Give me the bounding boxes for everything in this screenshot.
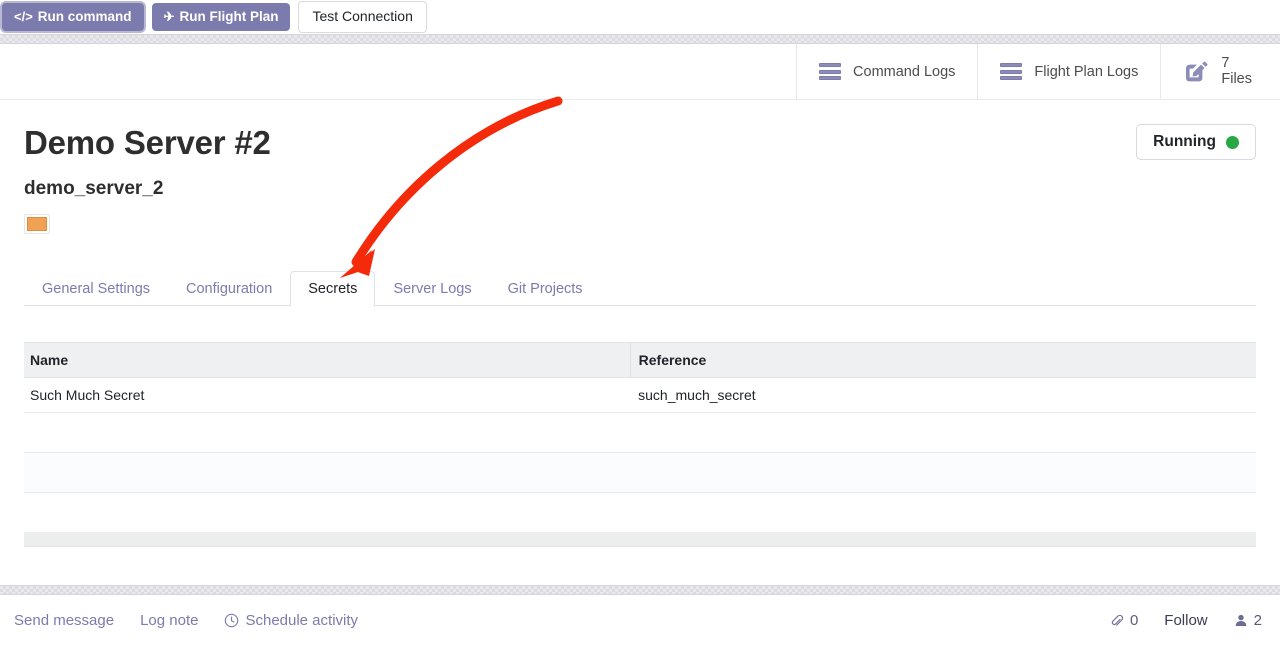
chatter-actions: Send message Log note Schedule activity [14, 612, 358, 629]
stat-button-files-count: 7 [1221, 55, 1230, 72]
chatter-bar: Send message Log note Schedule activity … [0, 595, 1280, 646]
status-dot-icon [1226, 135, 1239, 149]
stat-button-files[interactable]: 7 Files [1160, 44, 1280, 99]
status-badge-label: Running [1153, 133, 1216, 150]
clock-icon [225, 613, 239, 628]
code-icon: </> [14, 8, 33, 24]
page-title: Demo Server #2 [24, 124, 271, 161]
table-footer-bar [24, 532, 1256, 548]
title-row: Demo Server #2 demo_server_2 Running [24, 124, 1256, 237]
tab-secrets[interactable]: Secrets [290, 270, 376, 306]
tab-server-logs[interactable]: Server Logs [375, 271, 489, 306]
control-panel: </> Run command ✈ Run Flight Plan Test C… [0, 0, 1280, 34]
chatter-meta: 0 Follow 2 [1110, 612, 1262, 629]
column-header-reference[interactable]: Reference [629, 341, 1256, 378]
follow-button[interactable]: Follow [1164, 612, 1207, 629]
cell-name: Such Much Secret [24, 377, 631, 413]
cell-reference: such_much_secret [630, 377, 1256, 413]
column-header-name[interactable]: Name [24, 341, 631, 378]
title-block: Demo Server #2 demo_server_2 [24, 124, 271, 237]
secrets-table: Name Reference Such Much Secret such_muc… [24, 341, 1256, 533]
record-technical-name: demo_server_2 [24, 177, 164, 199]
edit-document-icon [1183, 60, 1209, 84]
run-command-button[interactable]: </> Run command [2, 2, 144, 32]
table-empty-row [24, 492, 1256, 533]
log-note-button[interactable]: Log note [140, 612, 198, 629]
stat-button-command-logs[interactable]: Command Logs [796, 44, 977, 99]
tab-configuration[interactable]: Configuration [168, 271, 290, 306]
schedule-activity-label: Schedule activity [245, 612, 359, 629]
stat-button-flight-plan-logs[interactable]: Flight Plan Logs [977, 44, 1160, 99]
table-empty-row [24, 452, 1256, 493]
secrets-table-head: Name Reference [24, 341, 1256, 378]
color-swatch[interactable] [24, 213, 50, 234]
schedule-activity-button[interactable]: Schedule activity [224, 612, 358, 629]
person-icon [1235, 614, 1246, 627]
secrets-table-wrapper: Name Reference Such Much Secret such_muc… [24, 306, 1256, 548]
list-icon [1000, 63, 1023, 80]
paperclip-icon [1111, 614, 1124, 626]
attachments-button[interactable]: 0 [1110, 612, 1138, 629]
stat-button-files-text: 7 Files [1221, 55, 1252, 87]
list-icon [819, 63, 842, 80]
followers-count: 2 [1253, 612, 1262, 629]
stat-button-files-label: Files [1221, 70, 1252, 87]
run-flight-plan-label: Run Flight Plan [179, 8, 279, 24]
send-message-button[interactable]: Send message [14, 612, 114, 629]
table-header-row: Name Reference [24, 341, 1256, 378]
table-empty-row [24, 412, 1256, 453]
test-connection-button[interactable]: Test Connection [298, 1, 427, 33]
record-sheet: Demo Server #2 demo_server_2 Running Gen… [0, 100, 1280, 548]
form-sheet: Command Logs Flight Plan Logs 7 Files De… [0, 44, 1280, 548]
chatter-separator-band [0, 585, 1280, 595]
run-flight-plan-button[interactable]: ✈ Run Flight Plan [151, 2, 291, 32]
stat-button-bar: Command Logs Flight Plan Logs 7 Files [0, 44, 1280, 100]
secrets-table-body: Such Much Secret such_much_secret [24, 377, 1256, 533]
panel-separator-band [0, 34, 1280, 44]
run-command-label: Run command [37, 8, 132, 24]
stat-button-command-logs-label: Command Logs [853, 63, 956, 80]
status-badge[interactable]: Running [1136, 124, 1256, 160]
airplane-icon: ✈ [163, 8, 175, 24]
attachment-count: 0 [1129, 612, 1139, 629]
tab-general-settings[interactable]: General Settings [24, 271, 168, 306]
table-row[interactable]: Such Much Secret such_much_secret [24, 377, 1256, 413]
notebook-tabs: General Settings Configuration Secrets S… [24, 270, 1256, 306]
followers-button[interactable]: 2 [1234, 612, 1262, 629]
tab-git-projects[interactable]: Git Projects [490, 271, 601, 306]
stat-button-flight-plan-logs-label: Flight Plan Logs [1034, 63, 1139, 80]
